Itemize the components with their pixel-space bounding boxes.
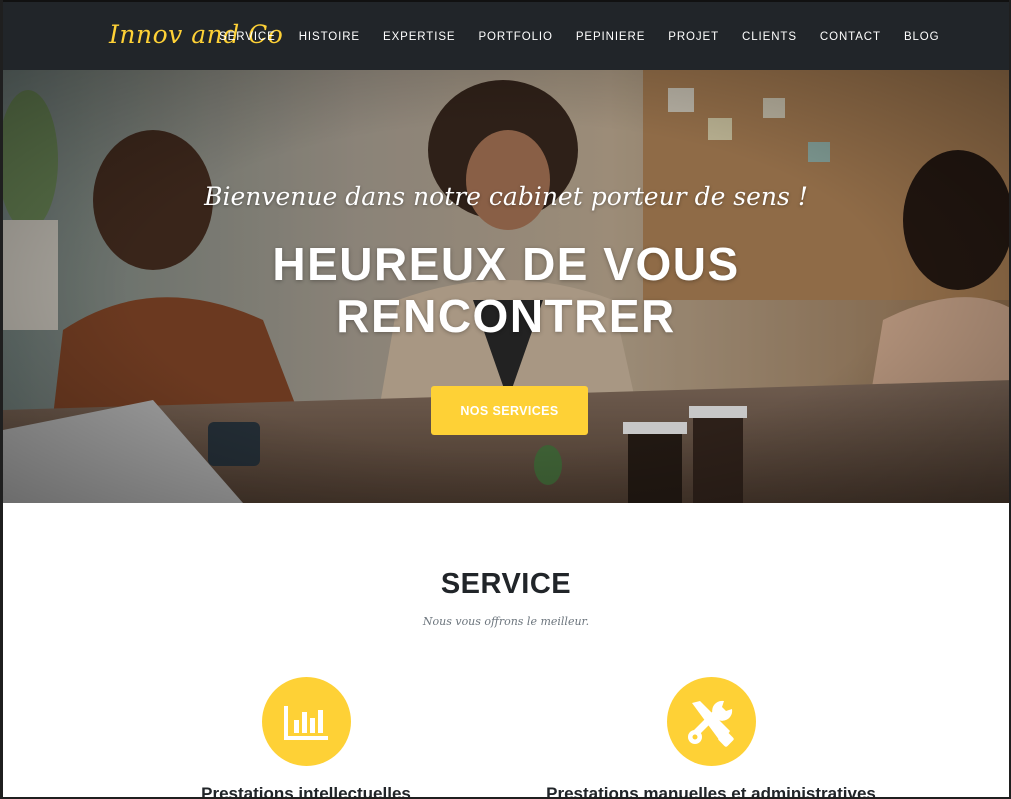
service-item-intellectuelles: Prestations intellectuelles — [96, 677, 516, 799]
nos-services-button[interactable]: NOS SERVICES — [431, 386, 588, 435]
hero-title-line-1: HEUREUX DE VOUS — [272, 238, 740, 290]
service-item-title: Prestations manuelles et administratives — [546, 784, 876, 799]
service-item-title: Prestations intellectuelles — [201, 784, 411, 799]
nav-item-contact[interactable]: CONTACT — [808, 31, 892, 43]
nav-menu: SERVICE HISTOIRE EXPERTISE PORTFOLIO PEP… — [208, 2, 951, 72]
nav-item-pepiniere[interactable]: PEPINIERE — [564, 31, 656, 43]
nav-item-histoire[interactable]: HISTOIRE — [287, 31, 371, 43]
service-item-manuelles: Prestations manuelles et administratives — [501, 677, 921, 799]
page: Innov and Co SERVICE HISTOIRE EXPERTISE … — [0, 0, 1011, 799]
nav-item-blog[interactable]: BLOG — [892, 31, 951, 43]
hero-title: HEUREUX DE VOUS RENCONTRER — [3, 238, 1009, 342]
nav-item-expertise[interactable]: EXPERTISE — [372, 31, 467, 43]
nav-item-clients[interactable]: CLIENTS — [731, 31, 809, 43]
tools-icon — [666, 677, 756, 766]
navbar: Innov and Co SERVICE HISTOIRE EXPERTISE … — [3, 0, 1009, 70]
nav-item-projet[interactable]: PROJET — [657, 31, 731, 43]
hero-title-line-2: RENCONTRER — [336, 290, 676, 342]
nav-item-service[interactable]: SERVICE — [208, 31, 288, 43]
hero-content: Bienvenue dans notre cabinet porteur de … — [3, 70, 1009, 503]
hero-section: Bienvenue dans notre cabinet porteur de … — [3, 70, 1009, 503]
service-subheading: Nous vous offrons le meilleur. — [422, 615, 590, 628]
bar-chart-icon — [261, 677, 351, 766]
nav-item-portfolio[interactable]: PORTFOLIO — [467, 31, 564, 43]
hero-subtitle: Bienvenue dans notre cabinet porteur de … — [204, 182, 808, 211]
service-heading: SERVICE — [440, 568, 572, 600]
